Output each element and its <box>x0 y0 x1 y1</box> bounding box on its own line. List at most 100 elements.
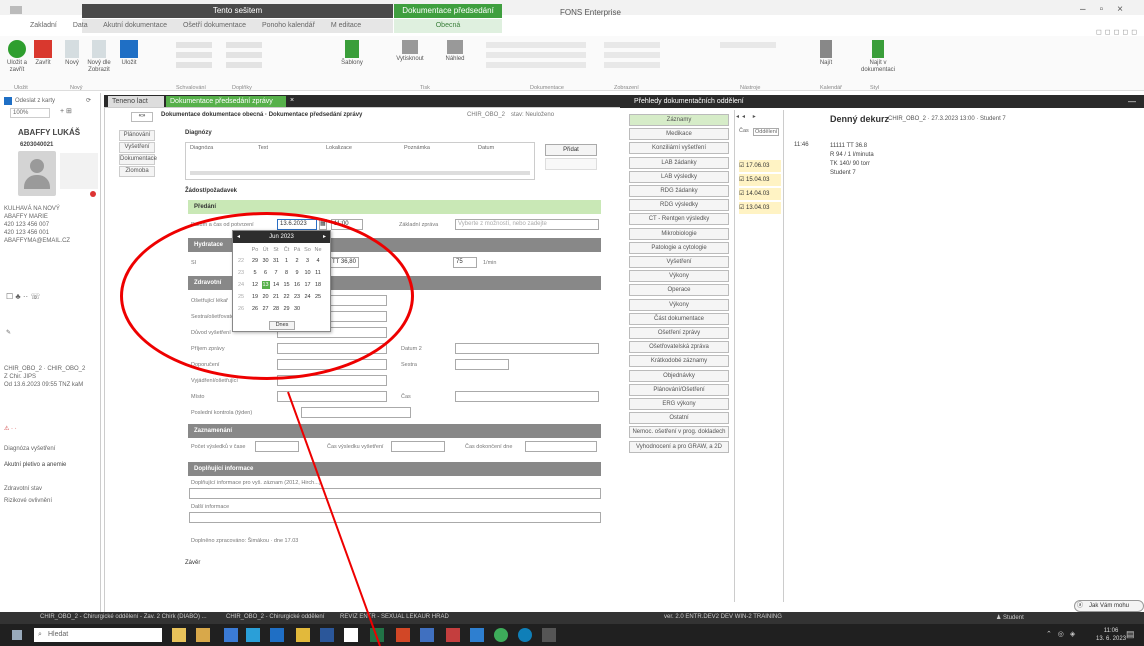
pulse-input[interactable]: 75 <box>453 257 477 268</box>
small-command[interactable] <box>486 42 586 48</box>
small-command[interactable] <box>226 42 262 48</box>
overview-nav-item[interactable]: Patologie a cytologie <box>629 241 729 254</box>
overview-nav-item[interactable]: ERG výkony <box>629 398 729 410</box>
vnav-item[interactable]: Dokumentace <box>119 154 157 165</box>
taskbar-app-icon[interactable] <box>246 628 260 642</box>
overview-nav-item[interactable]: Objednávky <box>629 369 729 382</box>
send-from-card[interactable]: Odeslat z karty <box>15 97 55 105</box>
window-item[interactable]: ver. 2.0 ENTR.DEV2 DEV WIN-2 TRAINING <box>664 614 782 620</box>
user-indicator[interactable]: ♟ Student <box>996 614 1024 621</box>
overview-nav-item[interactable]: Medikace <box>629 128 729 141</box>
ribbon-doc-group[interactable] <box>486 42 596 68</box>
nav-arrows[interactable]: «» <box>131 112 153 122</box>
taskbar-app-icon[interactable] <box>196 628 210 642</box>
small-command[interactable] <box>604 62 660 68</box>
list-row[interactable]: ☑ 15.04.03 <box>739 174 781 186</box>
maximize-icon[interactable]: ▫ <box>1100 4 1118 15</box>
small-command[interactable] <box>604 52 660 58</box>
overview-nav-item[interactable]: Vyhodnocení a pro GRAW, a 2D <box>629 440 729 453</box>
window-item[interactable]: REVIZ ENTR - SEXUAL LEKAUR HRAD <box>340 614 449 620</box>
context-tab-right[interactable]: Dokumentace předsedání zprávy <box>394 4 502 29</box>
flag-icons[interactable]: ☐ ♣ ·· ☏ <box>6 293 40 301</box>
overview-nav-item[interactable]: RDG žádanky <box>629 185 729 197</box>
window-controls[interactable]: –▫× <box>1080 4 1137 15</box>
small-command[interactable] <box>486 52 586 58</box>
taskbar-app-icon[interactable] <box>370 628 384 642</box>
overview-nav-item[interactable]: CT - Rentgen výsledky <box>629 213 729 226</box>
list-row[interactable]: ☑ 13.04.03 <box>739 202 781 214</box>
text-input[interactable] <box>455 343 599 354</box>
ribbon-quick-icons[interactable]: ◻◻◻◻◻ <box>1096 28 1140 36</box>
taskbar-app-icon[interactable] <box>542 628 556 642</box>
overview-nav-item[interactable]: Výkony <box>629 298 729 311</box>
list-row[interactable]: ☑ 17.06.03 <box>739 160 781 172</box>
windows-start-icon[interactable] <box>12 630 22 640</box>
note-icon[interactable]: ✎ <box>6 329 11 337</box>
section-request[interactable]: Žádost/požadavek <box>185 188 237 194</box>
overview-nav-item[interactable]: Záznamy <box>629 114 729 126</box>
minimize-icon[interactable]: – <box>1080 4 1100 15</box>
overview-nav-item[interactable]: RDG výsledky <box>629 199 729 212</box>
ribbon-small-group[interactable] <box>226 42 266 68</box>
overview-nav-item[interactable]: Nemoc. ošetření v prog. dokladech <box>629 426 729 439</box>
taskbar-app-icon[interactable] <box>172 628 186 642</box>
context-tab-left[interactable]: Tento sešitem <box>82 4 393 18</box>
vnav-item[interactable]: Plánování <box>119 130 155 141</box>
save-button[interactable]: Uložit <box>118 40 140 67</box>
close-button[interactable]: Zavřít <box>32 40 54 67</box>
additional-input[interactable] <box>189 488 601 499</box>
taskbar-app-icon[interactable] <box>296 628 310 642</box>
table-scrollbar[interactable] <box>190 171 530 175</box>
text-input[interactable] <box>255 441 299 452</box>
clock[interactable]: 11:06 13. 6. 2023 <box>1096 627 1126 643</box>
list-nav-arrows[interactable]: ◂◂ ▸ <box>736 113 759 120</box>
taskbar-app-icon[interactable] <box>320 628 334 642</box>
print-button[interactable]: Vytisknout <box>388 40 432 63</box>
overview-nav-item[interactable]: Ošetřovatelská zpráva <box>629 341 729 354</box>
section-diagnosis[interactable]: Diagnózy <box>185 130 212 136</box>
small-command[interactable] <box>176 42 212 48</box>
taskbar-app-icon[interactable] <box>446 628 460 642</box>
refresh-icon[interactable]: ⟳ <box>86 97 91 105</box>
overview-nav-item[interactable]: LAB výsledky <box>629 170 729 183</box>
ribbon-tab[interactable]: Zakladní <box>30 22 57 29</box>
taskbar-app-icon[interactable] <box>494 628 508 642</box>
ribbon-tab[interactable]: M editace <box>331 22 361 29</box>
small-command[interactable] <box>720 42 776 48</box>
text-input[interactable] <box>455 359 509 370</box>
taskbar-app-icon[interactable] <box>470 628 484 642</box>
ribbon-tab[interactable]: Data <box>73 22 88 29</box>
text-input[interactable] <box>391 441 445 452</box>
preview-button[interactable]: Náhled <box>440 40 470 63</box>
doc-tab[interactable]: Teneno lact <box>108 96 164 107</box>
small-command[interactable] <box>486 62 586 68</box>
overview-nav-item[interactable]: Operace <box>629 284 729 297</box>
taskbar-app-icon[interactable] <box>344 628 358 642</box>
combo-input[interactable]: Vyberte z možností, nebo zadejte <box>455 219 599 230</box>
taskbar-app-icon[interactable] <box>270 628 284 642</box>
small-command[interactable] <box>176 52 212 58</box>
section-conclusion[interactable]: Závěr <box>185 560 200 566</box>
overview-nav-item[interactable]: Krátkodobé záznamy <box>629 355 729 368</box>
assistant-bubble[interactable]: ⓐJak Vám mohu pomoci? <box>1074 600 1144 619</box>
warning-link[interactable]: ⚠ · · <box>4 425 17 433</box>
vnav-item[interactable]: Zlomoba <box>119 166 155 177</box>
small-command[interactable] <box>604 42 660 48</box>
taskbar-search-input[interactable]: ⌕ Hledat <box>34 628 162 642</box>
overview-nav-item[interactable]: Ostatní <box>629 412 729 425</box>
overview-nav-item[interactable]: Mikrobiologie <box>629 227 729 240</box>
tray-icons[interactable]: ⌃ ◎ ◈ <box>1046 630 1077 638</box>
taskbar-app-icon[interactable] <box>518 628 532 642</box>
overview-nav-item[interactable]: Plánování/Ošetření <box>629 383 729 396</box>
text-input[interactable] <box>301 407 411 418</box>
window-item[interactable]: CHIR_OBO_2 - Chirurgické oddělení <box>226 614 324 620</box>
find-button[interactable]: Najít <box>808 40 844 67</box>
save-close-button[interactable]: Uložit a zavřít <box>6 40 28 74</box>
small-command[interactable] <box>176 62 212 68</box>
select-input[interactable] <box>277 391 387 402</box>
panel-menu-icon[interactable]: — <box>1128 97 1136 106</box>
zoom-select[interactable]: 100% <box>10 108 50 118</box>
ribbon-small-group[interactable] <box>176 42 216 68</box>
taskbar-app-icon[interactable] <box>396 628 410 642</box>
section-additional[interactable]: Doplňující informace <box>188 462 601 476</box>
